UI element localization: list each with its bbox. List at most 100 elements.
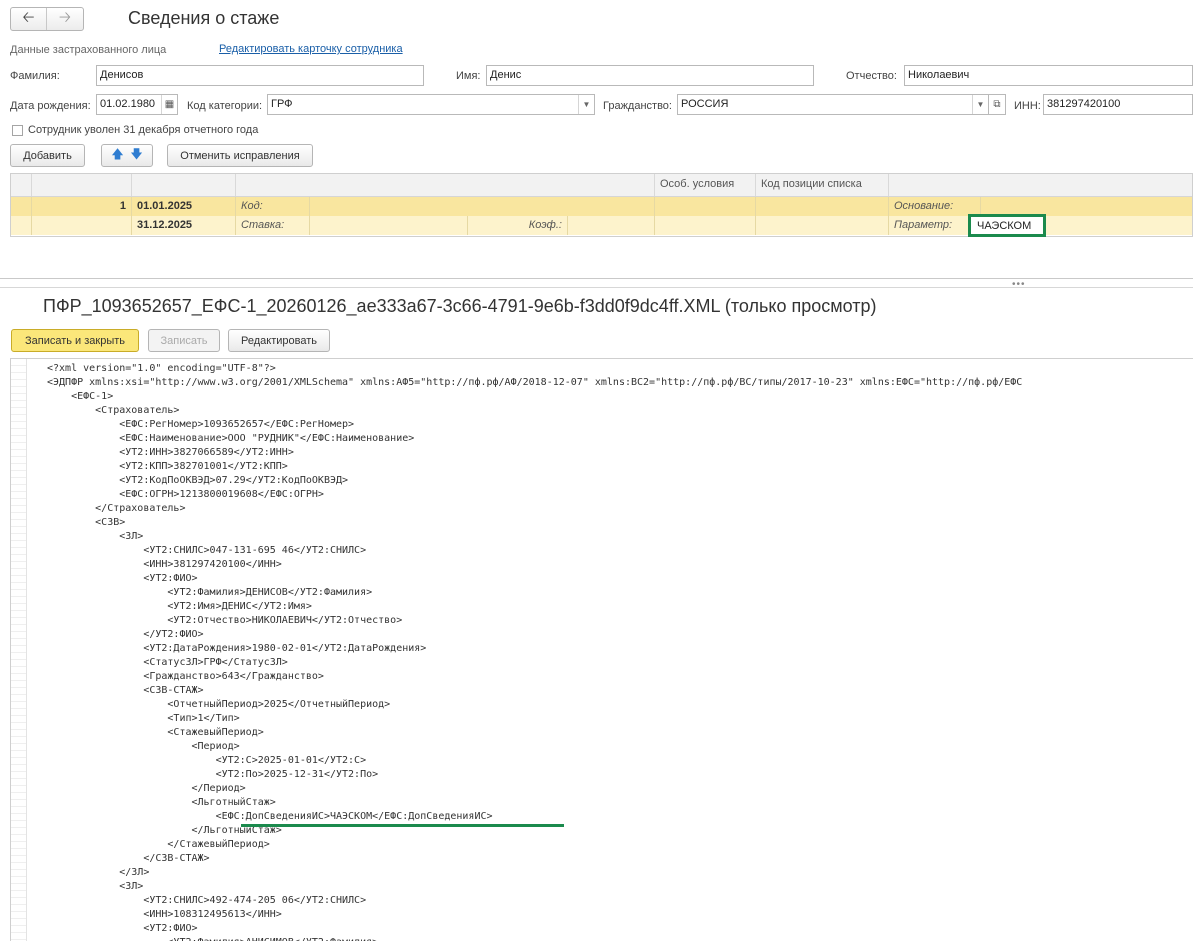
citizenship-label: Гражданство: bbox=[603, 100, 672, 112]
chevron-down-icon[interactable]: ▼ bbox=[578, 95, 594, 114]
row-number: 1 bbox=[32, 197, 132, 216]
parameter-value-highlight[interactable]: ЧАЭСКОМ bbox=[968, 214, 1046, 237]
code-line: <ЕФС:Наименование>ООО "РУДНИК"</ЕФС:Наим… bbox=[47, 433, 415, 444]
code-line: <ИНН>108312495613</ИНН> bbox=[47, 909, 282, 920]
code-line: <ЕФС:ДопСведенияИС>ЧАЭСКОМ</ЕФС:ДопСведе… bbox=[47, 811, 493, 822]
edit-employee-link[interactable]: Редактировать карточку сотрудника bbox=[219, 43, 403, 55]
splitter-grip-icon[interactable]: ••• bbox=[1012, 279, 1026, 290]
code-line: <УТ2:СНИЛС>492-474-205 06</УТ2:СНИЛС> bbox=[47, 895, 367, 906]
code-line: <СтатусЗЛ>ГРФ</СтатусЗЛ> bbox=[47, 657, 288, 668]
arrow-right-icon: 🡢 bbox=[58, 8, 72, 26]
page-title: Сведения о стаже bbox=[128, 8, 280, 28]
move-buttons: 🡅 🡇 bbox=[101, 144, 153, 167]
date-to[interactable]: 31.12.2025 bbox=[132, 216, 236, 235]
add-button[interactable]: Добавить bbox=[10, 144, 85, 167]
column-header[interactable] bbox=[132, 174, 236, 196]
code-line: <ЕФС:РегНомер>1093652657</ЕФС:РегНомер> bbox=[47, 419, 355, 430]
surname-field[interactable]: Денисов bbox=[96, 65, 424, 86]
back-button[interactable]: 🡠 bbox=[11, 8, 47, 30]
rate-label: Ставка: bbox=[236, 216, 310, 235]
code-line: <УТ2:Фамилия>АНИСИМОВ</УТ2:Фамилия> bbox=[47, 936, 1022, 941]
category-value: ГРФ bbox=[271, 98, 293, 110]
rate-cell[interactable] bbox=[310, 216, 468, 235]
code-line: </СЗВ-СТАЖ> bbox=[47, 853, 210, 864]
column-header[interactable] bbox=[11, 174, 32, 196]
divider bbox=[0, 287, 1193, 288]
code-line: <ИНН>381297420100</ИНН> bbox=[47, 559, 282, 570]
date-from[interactable]: 01.01.2025 bbox=[132, 197, 236, 216]
arrow-up-icon[interactable]: 🡅 bbox=[108, 145, 127, 166]
open-icon[interactable]: ⧉ bbox=[988, 94, 1006, 115]
name-field[interactable]: Денис bbox=[486, 65, 814, 86]
arrow-down-icon[interactable]: 🡇 bbox=[127, 145, 146, 166]
category-label: Код категории: bbox=[187, 100, 263, 112]
navigation-buttons: 🡠 🡢 bbox=[10, 7, 84, 31]
code-line: <УТ2:ДатаРождения>1980-02-01</УТ2:ДатаРо… bbox=[47, 643, 427, 654]
code-line: <ЗЛ> bbox=[47, 531, 144, 542]
editor-gutter bbox=[11, 359, 27, 941]
section-label: Данные застрахованного лица bbox=[10, 44, 167, 56]
dismissed-checkbox[interactable] bbox=[12, 125, 23, 136]
birth-date-value: 01.02.1980 bbox=[100, 98, 156, 110]
code-line: </УТ2:ФИО> bbox=[47, 629, 204, 640]
list-position-cell[interactable] bbox=[756, 197, 889, 216]
code-line: <ЛьготныйСтаж> bbox=[47, 797, 276, 808]
code-line: <СЗВ-СТАЖ> bbox=[47, 685, 204, 696]
code-line: <УТ2:ФИО> bbox=[47, 923, 198, 934]
code-line: <ЭДПФР xmlns:xsi="http://www.w3.org/2001… bbox=[47, 377, 1023, 388]
table-cell bbox=[32, 216, 132, 235]
column-header-list-position[interactable]: Код позиции списка bbox=[756, 174, 889, 196]
surname-label: Фамилия: bbox=[10, 70, 60, 82]
calendar-icon[interactable]: ▦ bbox=[161, 95, 177, 114]
patronymic-label: Отчество: bbox=[846, 70, 897, 82]
table-cell bbox=[756, 216, 889, 235]
category-select[interactable]: ГРФ ▼ bbox=[267, 94, 595, 115]
chevron-down-icon[interactable]: ▼ bbox=[972, 95, 988, 114]
code-line: <УТ2:ФИО> bbox=[47, 573, 198, 584]
column-header[interactable] bbox=[32, 174, 132, 196]
code-line: <СтажевыйПериод> bbox=[47, 727, 264, 738]
code-line: <УТ2:КПП>382701001</УТ2:КПП> bbox=[47, 461, 288, 472]
code-line: </СтажевыйПериод> bbox=[47, 839, 270, 850]
xml-file-title: ПФР_1093652657_ЕФС-1_20260126_ae333a67-3… bbox=[43, 296, 877, 316]
code-line: <УТ2:Фамилия>ДЕНИСОВ</УТ2:Фамилия> bbox=[47, 587, 373, 598]
code-line: <УТ2:Отчество>НИКОЛАЕВИЧ</УТ2:Отчество> bbox=[47, 615, 403, 626]
code-label: Код: bbox=[236, 197, 310, 216]
table-header: Особ. условия Код позиции списка bbox=[11, 174, 1192, 197]
code-line: <УТ2:ИНН>3827066589</УТ2:ИНН> bbox=[47, 447, 294, 458]
cancel-changes-button[interactable]: Отменить исправления bbox=[167, 144, 313, 167]
code-line: </Страхователь> bbox=[47, 503, 186, 514]
special-conditions-cell[interactable] bbox=[655, 197, 756, 216]
arrow-left-icon: 🡠 bbox=[22, 8, 35, 26]
table-cell bbox=[11, 216, 32, 235]
patronymic-field[interactable]: Николаевич bbox=[904, 65, 1193, 86]
name-label: Имя: bbox=[456, 70, 481, 82]
code-cell[interactable] bbox=[310, 197, 655, 216]
citizenship-value: РОССИЯ bbox=[681, 98, 729, 110]
save-and-close-button[interactable]: Записать и закрыть bbox=[11, 329, 139, 352]
code-line: <Период> bbox=[47, 741, 240, 752]
xml-code[interactable]: <?xml version="1.0" encoding="UTF-8"?> <Э… bbox=[47, 362, 1022, 941]
code-line: <ОтчетныйПериод>2025</ОтчетныйПериод> bbox=[47, 699, 391, 710]
code-line: <УТ2:С>2025-01-01</УТ2:С> bbox=[47, 755, 367, 766]
column-header[interactable] bbox=[236, 174, 655, 196]
column-header-special-conditions[interactable]: Особ. условия bbox=[655, 174, 756, 196]
xml-editor[interactable]: <?xml version="1.0" encoding="UTF-8"?> <Э… bbox=[10, 358, 1193, 941]
forward-button[interactable]: 🡢 bbox=[47, 8, 83, 30]
table-cell bbox=[655, 216, 756, 235]
birth-date-field[interactable]: 01.02.1980 ▦ bbox=[96, 94, 178, 115]
code-line: <ЗЛ> bbox=[47, 881, 144, 892]
coef-label: Коэф.: bbox=[468, 216, 568, 235]
code-line: <Страхователь> bbox=[47, 405, 180, 416]
inn-field[interactable]: 381297420100 bbox=[1043, 94, 1193, 115]
coef-cell[interactable] bbox=[568, 216, 655, 235]
save-button[interactable]: Записать bbox=[148, 329, 220, 352]
inn-label: ИНН: bbox=[1014, 100, 1041, 112]
citizenship-select[interactable]: РОССИЯ ▼ bbox=[677, 94, 989, 115]
column-header[interactable] bbox=[889, 174, 1192, 196]
code-line: <УТ2:КодПоОКВЭД>07.29</УТ2:КодПоОКВЭД> bbox=[47, 475, 349, 486]
code-line: <УТ2:СНИЛС>047-131-695 46</УТ2:СНИЛС> bbox=[47, 545, 367, 556]
code-line: <Тип>1</Тип> bbox=[47, 713, 240, 724]
code-line: <?xml version="1.0" encoding="UTF-8"?> bbox=[47, 363, 276, 374]
edit-button[interactable]: Редактировать bbox=[228, 329, 330, 352]
